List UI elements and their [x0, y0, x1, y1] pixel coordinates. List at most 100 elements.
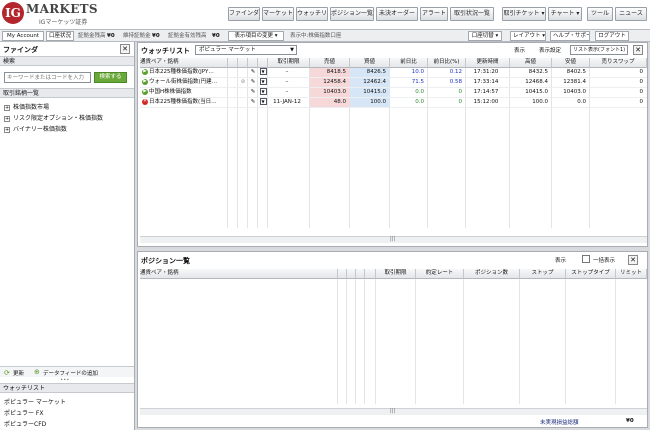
row-menu-icon[interactable]: ▼ — [259, 68, 267, 75]
nav-alert-button[interactable]: アラート — [420, 7, 448, 21]
positions-col-header[interactable]: 取引期限 — [376, 269, 416, 279]
positions-col-header[interactable]: ストップタイプ — [566, 269, 616, 279]
nav-watchlist-button[interactable]: ウォッチリスト — [296, 7, 328, 21]
watchlist-close-icon[interactable]: ✕ — [633, 45, 643, 55]
switch-account-dropdown[interactable]: 口座切替 ▾ — [468, 31, 502, 41]
row-menu-icon[interactable]: ▼ — [259, 88, 267, 95]
search-button[interactable]: 検索する — [94, 72, 127, 83]
positions-col-header[interactable] — [365, 269, 376, 279]
watchlist-col-header[interactable]: 買値 — [350, 58, 390, 68]
finder-close-icon[interactable]: ✕ — [120, 44, 130, 54]
cell-buy: 100.0 — [350, 98, 390, 107]
nav-tools-button[interactable]: ツール — [587, 7, 613, 21]
positions-col-header[interactable]: 通貨ペア・銘柄 — [140, 269, 338, 279]
add-feed-icon[interactable]: ⊕ — [34, 368, 40, 376]
tree-label: 株価指数市場 — [13, 104, 50, 111]
positions-close-icon[interactable]: ✕ — [628, 255, 638, 265]
instrument-name[interactable]: 日本225種株価指数(JPY… — [149, 69, 214, 75]
nav-ticket-dropdown[interactable]: 取引チケット ▾ — [502, 7, 546, 21]
view-select[interactable]: リスト表示(フォント1) — [570, 45, 628, 55]
watchlist-col-header[interactable]: 前日比 — [390, 58, 428, 68]
chevron-down-icon: ▼ — [290, 47, 294, 53]
watchlist-row[interactable]: ✕ 日本225種株価指数(当日… ✎ ▼ 11-JAN-12 48.0 100.0 0.0 0 1… — [140, 98, 647, 108]
watchlist-item-popular-fx[interactable]: ポピュラー FX — [4, 408, 43, 417]
search-input[interactable] — [4, 72, 91, 83]
row-menu-cell: ▼ — [258, 68, 268, 77]
watchlist-item-popular-market[interactable]: ポピュラー マーケット — [4, 397, 66, 406]
watchlist-col-header[interactable]: 売値 — [310, 58, 350, 68]
tree-item-index-market[interactable]: + 株価指数市場 — [4, 102, 49, 111]
finder-panel: ファインダ ✕ 検索 検索する 取引銘柄一覧 +株価指数市場 +リスク限定オプシ… — [0, 42, 135, 430]
expand-icon[interactable]: + — [4, 104, 10, 111]
positions-col-header[interactable] — [338, 269, 347, 279]
nav-orders-button[interactable]: 未決オーダー — [376, 7, 418, 21]
icon-cell — [238, 98, 248, 107]
ticket-icon[interactable]: ✎ — [248, 68, 258, 77]
watchlist-item-popular-cfd[interactable]: ポピュラーCFD — [4, 419, 46, 428]
row-menu-icon[interactable]: ▼ — [259, 78, 267, 85]
unrealized-pl-label: 未実現損益総額 — [540, 420, 579, 426]
expand-icon[interactable]: + — [4, 115, 10, 122]
refresh-icon[interactable]: ⟳ — [4, 369, 10, 377]
cell-time: 17:33:14 — [473, 79, 499, 85]
positions-col-header[interactable] — [347, 269, 356, 279]
watchlist-col-header[interactable] — [258, 58, 268, 68]
watchlist-row[interactable]: ▶ ウォール街株価指数(円建… ⊘ ✎ ▼ – 12458.4 12462.4 71.5 0.58… — [140, 78, 647, 88]
nav-news-button[interactable]: ニュース — [615, 7, 647, 21]
watchlist-row[interactable]: ▶ 中国H株株価指数 ✎ ▼ –10403.0 10415.0 0.0 0 17:14:57 10… — [140, 88, 647, 98]
account-status-button[interactable]: 口座状況 — [46, 31, 74, 41]
cell-change: 71.5 — [411, 79, 424, 85]
instrument-name[interactable]: ウォール街株価指数(円建… — [149, 79, 217, 85]
watchlist-col-header[interactable]: 更新時間 — [466, 58, 510, 68]
nav-finder-button[interactable]: ファインダ — [228, 7, 260, 21]
display-change-button[interactable]: 表示項目の変更 ▾ — [228, 31, 284, 41]
row-menu-icon[interactable]: ▼ — [259, 98, 267, 105]
watchlist-col-header[interactable] — [238, 58, 248, 68]
nav-positions-button[interactable]: ポジション一覧 — [330, 7, 374, 21]
nav-market-button[interactable]: マーケット — [262, 7, 294, 21]
logo-text: MARKETS — [26, 2, 98, 16]
help-support-button[interactable]: ヘルプ・サポート — [550, 31, 590, 41]
watchlist-col-header[interactable]: 前日比(%) — [428, 58, 466, 68]
watchlist-scrollbar[interactable]: ||| — [140, 236, 647, 243]
ticket-icon[interactable]: ✎ — [248, 78, 258, 87]
positions-scrollbar[interactable]: ||| — [140, 408, 647, 415]
my-account-button[interactable]: My Account — [2, 31, 44, 41]
watchlist-col-header[interactable]: 売りスワップ — [590, 58, 647, 68]
ticket-icon[interactable]: ✎ — [248, 98, 258, 107]
watchlist-col-header[interactable] — [228, 58, 238, 68]
positions-col-header[interactable]: 約定レート — [416, 269, 464, 279]
nav-history-button[interactable]: 取引状況一覧 — [450, 7, 494, 21]
watchlist-col-header[interactable]: 高値 — [510, 58, 552, 68]
expand-icon[interactable]: + — [4, 126, 10, 133]
watchlist-select[interactable]: ポピュラー マーケット ▼ — [195, 45, 297, 55]
positions-col-header[interactable] — [356, 269, 365, 279]
ticket-icon[interactable]: ✎ — [248, 88, 258, 97]
positions-table-header: 通貨ペア・銘柄 取引期限 約定レート ポジション数 ストップ ストップタイプ リミット — [140, 269, 647, 279]
bulk-display-checkbox[interactable] — [582, 255, 590, 263]
instrument-name[interactable]: 中国H株株価指数 — [149, 89, 192, 95]
watchlist-col-header[interactable]: 通貨ペア・銘柄 — [140, 58, 228, 68]
positions-col-header[interactable]: ストップ — [520, 269, 566, 279]
refresh-button[interactable]: 更新 — [13, 369, 24, 377]
layout-dropdown[interactable]: レイアウト ▾ — [510, 31, 546, 41]
tree-item-binary[interactable]: + バイナリー株価指数 — [4, 124, 67, 133]
positions-panel: ポジション一覧 表示 一括表示 ✕ 通貨ペア・銘柄 取引期限 約定レート ポジション数… — [137, 251, 648, 428]
nav-chart-dropdown[interactable]: チャート ▾ — [548, 7, 582, 21]
row-menu-cell: ▼ — [258, 78, 268, 87]
watchlist-col-header[interactable] — [248, 58, 258, 68]
positions-title: ポジション一覧 — [141, 257, 190, 265]
watchlist-col-header[interactable]: 安値 — [552, 58, 590, 68]
cell-change-pct: 0 — [458, 99, 463, 105]
logout-button[interactable]: ログアウト — [595, 31, 629, 41]
cell-low: 8402.5 — [566, 69, 586, 75]
add-feed-button[interactable]: データフィードの追加 — [43, 369, 98, 377]
watchlist-col-header[interactable]: 取引期限 — [268, 58, 310, 68]
watchlist-row[interactable]: ▶ 日本225種株価指数(JPY… ✎ ▼ – 8418.5 8426.5 10.0 0.12 1… — [140, 68, 647, 78]
tree-item-limited-risk-options[interactable]: + リスク限定オプション・株価指数 — [4, 113, 103, 122]
positions-col-header[interactable]: ポジション数 — [464, 269, 520, 279]
instrument-name[interactable]: 日本225種株価指数(当日… — [149, 99, 217, 105]
positions-display-label: 表示 — [555, 258, 567, 264]
scroll-grip: ||| — [390, 236, 396, 242]
positions-col-header[interactable]: リミット — [616, 269, 647, 279]
